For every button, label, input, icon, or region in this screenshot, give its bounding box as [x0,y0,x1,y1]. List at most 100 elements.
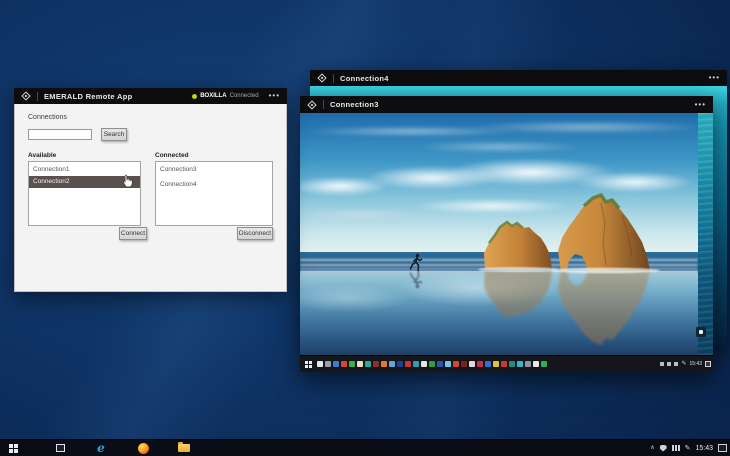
task-view-button[interactable] [51,440,69,456]
remote-tray-icon[interactable] [674,362,679,366]
window-connection3: Connection3 ••• ✎ 15:43 [300,96,713,372]
remote-app-icon-28[interactable] [533,361,539,367]
remote-app-icon-11[interactable] [397,361,403,367]
remote-app-icon-9[interactable] [381,361,387,367]
remote-app-icon-8[interactable] [373,361,379,367]
remote-app-icon-24[interactable] [501,361,507,367]
remote-app-icon-4[interactable] [341,361,347,367]
rock-reflections [484,269,650,345]
windows-logo-icon [9,444,13,448]
connection3-menu-icon[interactable]: ••• [695,100,706,108]
available-list[interactable]: Connection1 Connection2 [28,161,141,226]
status-dot [192,93,198,99]
remote-clock[interactable]: 15:43 [689,361,702,367]
remote-app-icon-14[interactable] [421,361,427,367]
connection4-menu-icon[interactable]: ••• [709,74,720,82]
remote-app-icon-12[interactable] [405,361,411,367]
remote-app-icon-1[interactable] [317,361,323,367]
connected-item-1[interactable]: Connection3 [156,164,272,176]
remote-app-icon-15[interactable] [429,361,435,367]
connect-button[interactable]: Connect [119,227,147,240]
system-tray: ∧ ✎ 15:43 [650,440,727,456]
remote-app-icon-13[interactable] [413,361,419,367]
remote-tray-icon[interactable] [660,362,665,366]
connection4-title: Connection4 [340,73,389,83]
remote-app-icon-10[interactable] [389,361,395,367]
emerald-window-title: EMERALD Remote App [44,91,133,101]
connected-label: Connected [155,152,189,159]
disconnect-button[interactable]: Disconnect [237,227,273,240]
file-explorer-icon [178,442,190,452]
remote-app-icon-3[interactable] [333,361,339,367]
remote-app-icon-29[interactable] [541,361,547,367]
small-rock [484,222,552,269]
remote-app-icon-20[interactable] [469,361,475,367]
remote-app-icon-7[interactable] [365,361,371,367]
search-input[interactable] [28,129,92,140]
remote-app-icon-5[interactable] [349,361,355,367]
connected-list[interactable]: Connection3 Connection4 [155,161,273,226]
remote-app-icon-25[interactable] [509,361,515,367]
mouse-cursor [123,174,133,188]
remote-taskbar: ✎ 15:43 [300,355,713,372]
remote-app-icon-23[interactable] [493,361,499,367]
task-view-icon [55,444,65,452]
boxilla-status: BOXILLA Connected [192,93,259,99]
titlebar-separator [333,73,334,83]
show-hidden-icons-chevron[interactable]: ∧ [650,445,654,451]
remote-pen-icon[interactable]: ✎ [681,361,686,367]
remote-app-icon-16[interactable] [437,361,443,367]
remote-app-icon-6[interactable] [357,361,363,367]
remote-app-icon-26[interactable] [517,361,523,367]
desktop-background: Connection4 ••• Connection3 ••• ✎ 15:43 … [0,0,730,456]
taskbar-clock[interactable]: 15:43 [695,445,713,452]
firefox-icon [137,442,149,454]
pen-input-icon[interactable]: ✎ [685,445,691,452]
remote-system-tray: ✎ 15:43 [660,356,711,372]
remote-app-icon-22[interactable] [485,361,491,367]
connection3-remote-desktop[interactable] [300,113,713,356]
remote-tray-icon[interactable] [667,362,672,366]
explorer-button[interactable] [175,440,193,456]
connection3-title: Connection3 [330,100,379,109]
remote-app-icon-18[interactable] [453,361,459,367]
remote-action-center-icon[interactable] [705,361,711,367]
connection4-titlebar[interactable]: Connection4 ••• [310,70,727,86]
emerald-diamond-icon [317,73,327,83]
defender-shield-icon[interactable] [659,444,667,452]
running-person-silhouette [409,253,423,272]
network-icon[interactable] [671,445,680,451]
action-center-icon[interactable] [718,444,727,452]
edge-icon: e [97,441,105,455]
remote-app-icon-17[interactable] [445,361,451,367]
remote-app-icon-19[interactable] [461,361,467,367]
connected-item-2[interactable]: Connection4 [156,179,272,191]
connections-panel: Connections Search Available Connected C… [14,104,287,292]
remote-app-icon-2[interactable] [325,361,331,367]
titlebar-separator [323,100,324,109]
emerald-titlebar[interactable]: EMERALD Remote App BOXILLA Connected ••• [14,88,287,104]
person-reflection [409,270,423,289]
status-state: Connected [229,93,259,99]
start-button[interactable] [4,440,22,456]
remote-taskbar-apps [317,356,547,372]
emerald-diamond-icon [307,99,317,110]
available-label: Available [28,152,57,159]
emerald-menu-icon[interactable]: ••• [269,92,280,100]
wallpaper-right-strip [698,113,713,356]
remote-app-icon-21[interactable] [477,361,483,367]
edge-button[interactable]: e [92,440,110,456]
status-brand: BOXILLA [200,93,227,99]
remote-app-icon-27[interactable] [525,361,531,367]
remote-widget-icon[interactable] [696,327,706,337]
titlebar-separator [37,91,38,101]
firefox-button[interactable] [134,440,152,456]
panel-heading: Connections [28,114,67,121]
main-taskbar: e ∧ ✎ 15:43 [0,439,730,456]
remote-start-icon[interactable] [305,361,308,364]
connection3-titlebar[interactable]: Connection3 ••• [300,96,713,113]
search-button[interactable]: Search [101,128,127,141]
emerald-diamond-icon [21,91,31,101]
beach-photo-graphic [409,192,660,345]
window-emerald-remote-app: EMERALD Remote App BOXILLA Connected •••… [14,88,287,292]
